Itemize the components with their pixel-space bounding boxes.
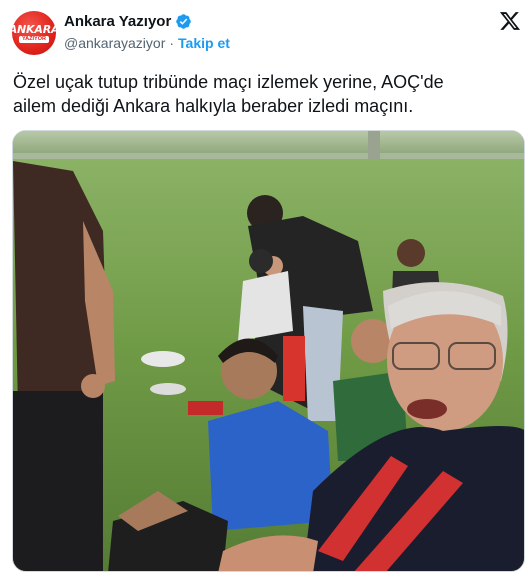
follow-button[interactable]: Takip et	[178, 35, 230, 51]
separator-dot: ·	[169, 35, 175, 51]
tweet-media-video[interactable]	[12, 130, 525, 572]
author-handle[interactable]: @ankarayaziyor	[64, 35, 165, 51]
author-handle-row: @ankarayaziyor · Takip et	[64, 35, 230, 51]
author-name-row: Ankara Yazıyor	[64, 13, 192, 30]
avatar-logo-text: ANKARA	[12, 22, 56, 36]
x-logo-icon[interactable]	[499, 10, 521, 32]
verified-badge-icon	[176, 14, 192, 29]
author-name[interactable]: Ankara Yazıyor	[64, 13, 171, 30]
avatar-logo-subtext: YAZIYOR	[19, 35, 49, 43]
video-frame-image	[13, 131, 524, 571]
author-avatar[interactable]: ANKARA YAZIYOR	[12, 11, 56, 55]
tweet-text: Özel uçak tutup tribünde maçı izlemek ye…	[13, 72, 444, 116]
